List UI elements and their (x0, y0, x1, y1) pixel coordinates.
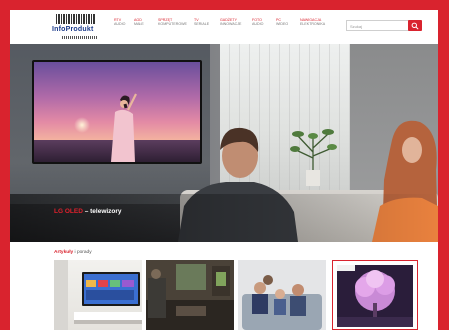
article-card-family-sofa[interactable] (238, 260, 326, 330)
search-input[interactable]: Szukaj (346, 20, 414, 31)
site-logo[interactable]: InfoProdukt (52, 14, 108, 41)
nav-item-foto[interactable]: Foto Audio (252, 18, 278, 26)
page: InfoProdukt RTV Audio AGD małe Sprzęt ko… (10, 10, 438, 330)
nav-item-sub: komputerowe (158, 22, 187, 27)
hero-banner[interactable]: LG OLED – telewizory (10, 44, 438, 242)
main-nav: RTV Audio AGD małe Sprzęt komputerowe TV… (114, 18, 344, 38)
article-thumbnail (337, 265, 413, 327)
article-card-tv-living-room[interactable] (54, 260, 142, 330)
article-card-home-cinema[interactable] (146, 260, 234, 330)
article-thumbnail (54, 260, 142, 330)
nav-item-tv[interactable]: TV Seriale (194, 18, 220, 26)
site-header: InfoProdukt RTV Audio AGD małe Sprzęt ko… (10, 10, 438, 45)
nav-item-sub: Audio (252, 22, 264, 27)
nav-item-sub: Innowacje (220, 22, 242, 27)
search-button[interactable] (408, 20, 422, 31)
nav-item-nawigacja[interactable]: Nawigacja Elektronika (300, 18, 326, 26)
article-card-oled-tree[interactable] (332, 260, 418, 330)
tv-screen (34, 62, 200, 162)
nav-item-sub: małe (134, 22, 144, 27)
section-title[interactable]: Artykuły i porady (54, 250, 92, 255)
logo-underline-barcode-icon (62, 36, 98, 39)
article-thumbnail (238, 260, 326, 330)
articles-section: Artykuły i porady (10, 242, 438, 330)
woman-figure-image (111, 93, 137, 162)
tv-image (32, 60, 202, 164)
section-title-bold: Artykuły (54, 250, 74, 255)
nav-item-sprzet[interactable]: Sprzęt komputerowe (158, 18, 187, 27)
nav-item-pc[interactable]: PC Wideo (276, 18, 302, 26)
nav-item-sub: Elektronika (300, 22, 326, 27)
logo-barcode-icon (56, 14, 96, 24)
hero-caption-link[interactable]: LG OLED – telewizory (54, 208, 122, 215)
hero-brand: LG OLED (54, 208, 83, 215)
nav-item-sub: Seriale (194, 22, 210, 27)
nav-item-gadzety[interactable]: Gadżety Innowacje (220, 18, 246, 26)
hero-caption-text: – telewizory (82, 208, 122, 215)
article-thumbnail (146, 260, 234, 330)
nav-item-agd[interactable]: AGD małe (134, 18, 160, 26)
logo-text: InfoProdukt (52, 26, 94, 33)
section-title-rest: i porady (74, 250, 92, 255)
nav-item-sub: Wideo (276, 22, 289, 27)
search-icon (411, 22, 419, 30)
